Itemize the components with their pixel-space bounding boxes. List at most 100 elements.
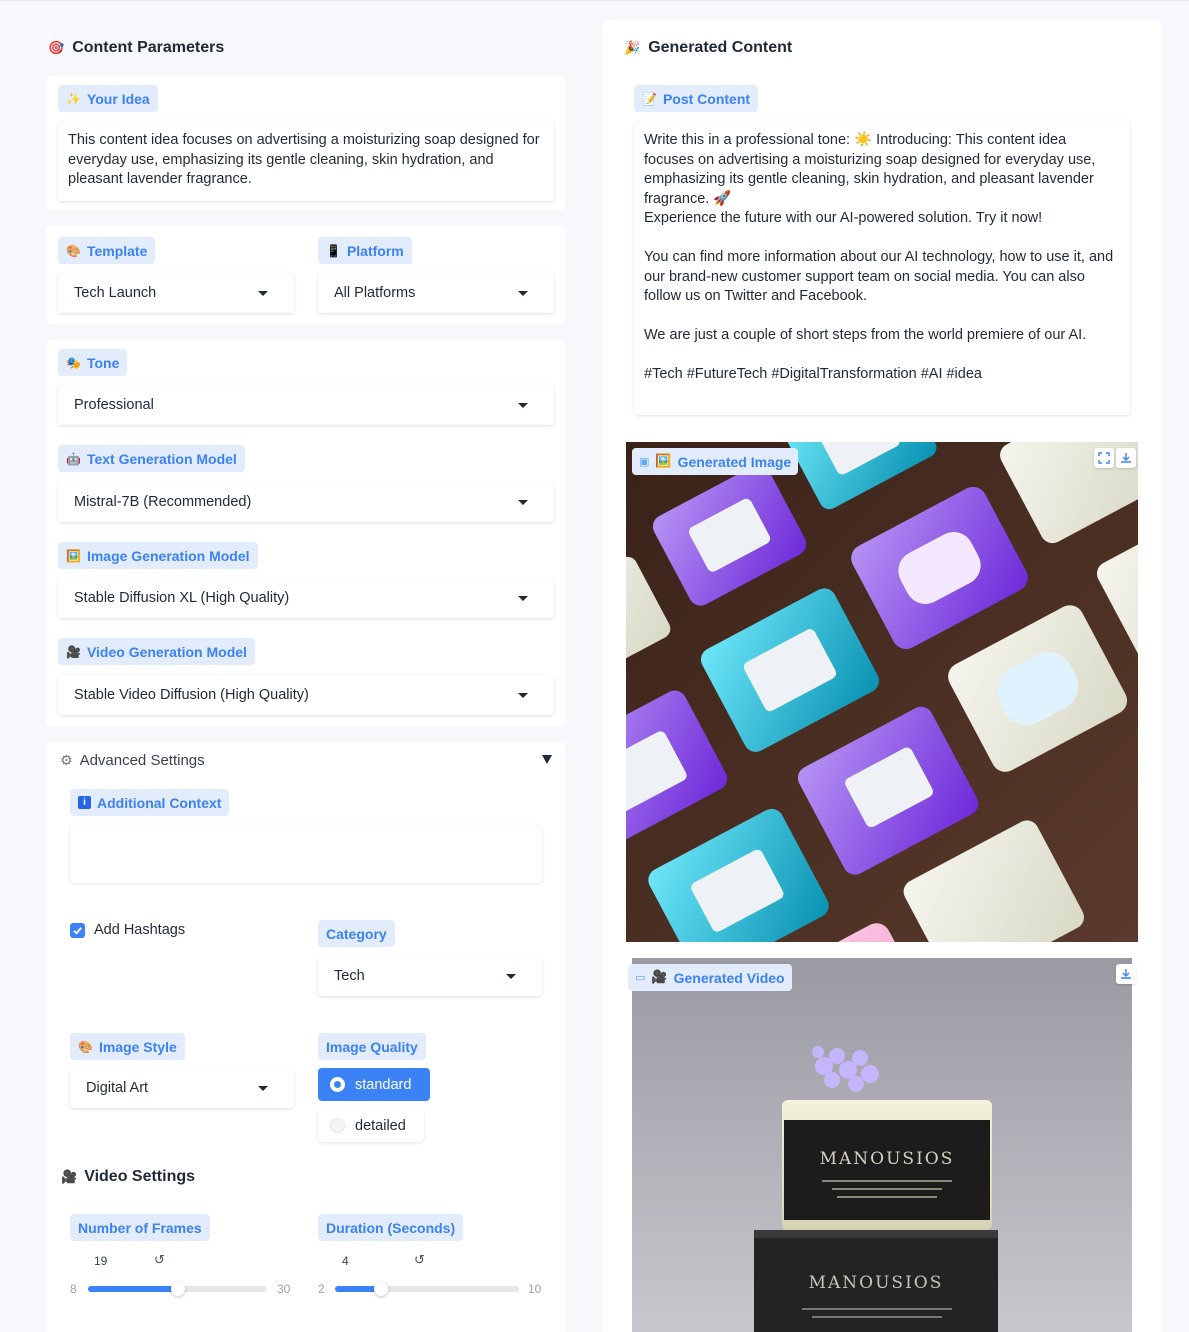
advanced-settings-panel: ⚙ Advanced Settings i Additional Context… <box>46 742 566 1332</box>
soap-label-bottom: MANOUSIOS <box>809 1273 944 1293</box>
template-label-text: Template <box>86 242 148 259</box>
chevron-down-icon <box>258 291 268 296</box>
advanced-settings-toggle[interactable]: ⚙ Advanced Settings <box>60 752 205 769</box>
category-label: Category <box>318 920 395 947</box>
quality-option-standard[interactable]: standard <box>318 1068 430 1101</box>
video-camera-icon: 🎥 <box>66 644 81 659</box>
template-platform-panel: 🎨 Template Tech Launch 📱 Platform All Pl… <box>46 226 566 324</box>
post-line: You can find more information about our … <box>644 249 1114 304</box>
image-style-label: 🎨 Image Style <box>70 1033 185 1060</box>
collapse-triangle-icon[interactable] <box>542 755 552 764</box>
tone-value: Professional <box>74 397 154 413</box>
duration-label-text: Duration (Seconds) <box>326 1219 456 1236</box>
frames-value: 19 <box>94 1254 108 1268</box>
chevron-down-icon <box>518 403 528 408</box>
post-line <box>644 307 1120 327</box>
text-model-label-text: Text Generation Model <box>86 450 237 467</box>
category-value: Tech <box>334 968 365 984</box>
post-content-output[interactable]: Write this in a professional tone: ☀️ In… <box>634 121 1130 415</box>
image-quality-label-text: Image Quality <box>326 1038 418 1055</box>
text-model-select[interactable]: Mistral-7B (Recommended) <box>58 482 554 522</box>
memo-icon: 📝 <box>642 91 657 106</box>
video-camera-icon: 🎥 <box>61 1169 78 1185</box>
chevron-down-icon <box>506 974 516 979</box>
chevron-down-icon <box>518 500 528 505</box>
idea-panel: ✨ Your Idea This content idea focuses on… <box>46 76 566 210</box>
radio-selected-icon <box>330 1077 345 1092</box>
phone-icon: 📱 <box>326 243 341 258</box>
generated-video[interactable]: MANOUSIOS MANOUSIOS <box>632 958 1132 1332</box>
post-content-label: 📝 Post Content <box>634 85 759 112</box>
add-hashtags-checkbox-row[interactable]: Add Hashtags <box>70 922 185 938</box>
platform-select[interactable]: All Platforms <box>318 273 554 313</box>
template-select[interactable]: Tech Launch <box>58 273 294 313</box>
video-model-label: 🎥 Video Generation Model <box>58 638 255 665</box>
duration-slider[interactable] <box>335 1282 519 1296</box>
video-model-label-text: Video Generation Model <box>86 643 247 660</box>
quality-option-detailed[interactable]: detailed <box>318 1109 424 1142</box>
chevron-down-icon <box>258 1086 268 1091</box>
image-style-select[interactable]: Digital Art <box>70 1068 294 1108</box>
duration-number-input[interactable]: 4 <box>318 1249 422 1273</box>
platform-label: 📱 Platform <box>318 237 412 264</box>
tone-label-text: Tone <box>86 354 120 371</box>
post-line: Write this in a professional tone: ☀️ In… <box>644 132 1096 207</box>
chevron-down-icon <box>518 291 528 296</box>
generated-content-title: Generated Content <box>648 39 793 56</box>
download-icon <box>1121 969 1131 979</box>
generated-image-label: ▣ 🖼️ Generated Image <box>632 448 799 475</box>
image-model-select[interactable]: Stable Diffusion XL (High Quality) <box>58 578 554 618</box>
fullscreen-button[interactable] <box>1094 448 1114 468</box>
party-popper-icon: 🎉 <box>624 40 641 56</box>
soap-label-top: MANOUSIOS <box>820 1149 955 1169</box>
gear-icon: ⚙ <box>60 752 73 769</box>
video-camera-icon: 🎥 <box>651 970 668 985</box>
advanced-settings-title: Advanced Settings <box>79 752 205 769</box>
target-icon: 🎯 <box>48 40 65 56</box>
picture-icon: 🖼️ <box>66 548 81 563</box>
theater-masks-icon: 🎭 <box>66 355 81 370</box>
video-download-button[interactable] <box>1116 964 1136 984</box>
generated-content-heading: 🎉 Generated Content <box>624 39 792 57</box>
fullscreen-icon <box>1098 452 1110 464</box>
download-icon <box>1121 453 1131 463</box>
frames-slider-handle[interactable] <box>170 1282 185 1296</box>
checkbox-checked-icon[interactable] <box>70 922 85 938</box>
post-line: We are just a couple of short steps from… <box>644 327 1087 343</box>
platform-label-text: Platform <box>346 242 404 259</box>
generated-image[interactable] <box>626 442 1138 942</box>
post-content-text: Write this in a professional tone: ☀️ In… <box>644 131 1120 385</box>
content-parameters-heading: 🎯 Content Parameters <box>48 39 224 57</box>
video-model-select[interactable]: Stable Video Diffusion (High Quality) <box>58 675 554 715</box>
image-model-label-text: Image Generation Model <box>86 547 250 564</box>
generated-content-column: 🎉 Generated Content 📝 Post Content Write… <box>602 20 1162 1332</box>
additional-context-textarea[interactable] <box>70 825 542 883</box>
frames-label-text: Number of Frames <box>78 1219 202 1236</box>
radio-unselected-icon <box>330 1118 345 1133</box>
duration-slider-handle[interactable] <box>374 1282 388 1296</box>
image-download-button[interactable] <box>1116 448 1136 468</box>
frames-reset-icon[interactable]: ↺ <box>154 1253 165 1268</box>
additional-context-label-text: Additional Context <box>97 794 222 811</box>
category-select[interactable]: Tech <box>318 956 542 996</box>
category-label-text: Category <box>326 925 387 942</box>
idea-textarea[interactable]: This content idea focuses on advertising… <box>58 121 554 201</box>
add-hashtags-label: Add Hashtags <box>94 922 186 938</box>
duration-max: 10 <box>528 1282 542 1296</box>
idea-label: ✨ Your Idea <box>58 85 158 112</box>
frames-label: Number of Frames <box>70 1214 210 1241</box>
frames-slider[interactable] <box>88 1282 267 1296</box>
duration-reset-icon[interactable]: ↺ <box>414 1253 425 1268</box>
post-line: #Tech #FutureTech #DigitalTransformation… <box>644 366 982 382</box>
template-value: Tech Launch <box>74 285 157 301</box>
frames-max: 30 <box>277 1282 291 1296</box>
post-line <box>644 346 1120 366</box>
info-icon: i <box>78 796 91 809</box>
quality-option-standard-label: standard <box>355 1076 412 1093</box>
text-model-label: 🤖 Text Generation Model <box>58 445 245 472</box>
tone-select[interactable]: Professional <box>58 385 554 425</box>
platform-value: All Platforms <box>334 285 416 301</box>
tone-label: 🎭 Tone <box>58 349 128 376</box>
post-line: Experience the future with our AI-powere… <box>644 210 1043 226</box>
sparkles-icon: ✨ <box>66 91 81 106</box>
